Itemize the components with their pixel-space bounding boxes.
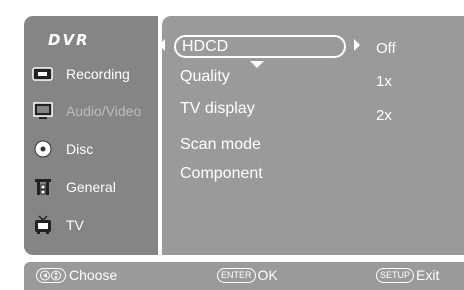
menu-item-scan-mode[interactable]: Scan mode	[180, 136, 261, 154]
sidebar-item-label: Recording	[66, 66, 130, 82]
menu-item-tv-display[interactable]: TV display	[180, 100, 255, 118]
monitor-icon	[32, 100, 54, 122]
settings-panel: HDCD Quality TV display Scan mode Compon…	[159, 16, 464, 255]
down-arrow-icon	[250, 61, 264, 68]
enter-key-badge: ENTER	[217, 267, 256, 283]
sidebar-item-label: TV	[66, 217, 84, 233]
sidebar-item-label: Disc	[66, 141, 94, 157]
ok-label: OK	[257, 267, 278, 283]
dvr-title: DVR	[48, 31, 90, 49]
menu-item-component[interactable]: Component	[180, 165, 263, 183]
sidebar-item-recording[interactable]: Recording	[32, 63, 130, 85]
right-arrow-icon	[354, 39, 360, 51]
sidebar-item-audio-video[interactable]: Audio/Video	[32, 100, 141, 122]
sidebar-item-disc[interactable]: Disc	[32, 138, 93, 160]
setup-key-badge: SETUP	[376, 267, 415, 283]
sidebar-item-tv[interactable]: TV	[32, 214, 84, 236]
general-icon	[32, 176, 54, 198]
footer-exit-hint: SETUP Exit	[376, 267, 439, 283]
category-sidebar: DVR Recording Audio/Video Disc General T…	[24, 16, 158, 255]
menu-item-quality[interactable]: Quality	[180, 68, 230, 86]
tv-icon	[32, 214, 54, 236]
navigation-keys-icon	[36, 267, 66, 283]
footer-choose-hint: Choose	[36, 267, 117, 283]
option-2x[interactable]: 2x	[376, 107, 392, 124]
recording-icon	[32, 63, 54, 85]
sidebar-item-label: General	[66, 179, 116, 195]
sidebar-item-general[interactable]: General	[32, 176, 116, 198]
menu-item-hdcd[interactable]: HDCD	[174, 35, 346, 58]
disc-icon	[32, 138, 54, 160]
sidebar-item-label: Audio/Video	[66, 103, 142, 119]
footer-ok-hint: ENTER OK	[217, 267, 278, 283]
option-off[interactable]: Off	[376, 40, 396, 57]
exit-label: Exit	[416, 267, 440, 283]
footer-help-bar: Choose ENTER OK SETUP Exit	[24, 262, 464, 290]
left-arrow-icon	[159, 39, 165, 51]
option-1x[interactable]: 1x	[376, 73, 392, 90]
choose-label: Choose	[69, 267, 118, 283]
